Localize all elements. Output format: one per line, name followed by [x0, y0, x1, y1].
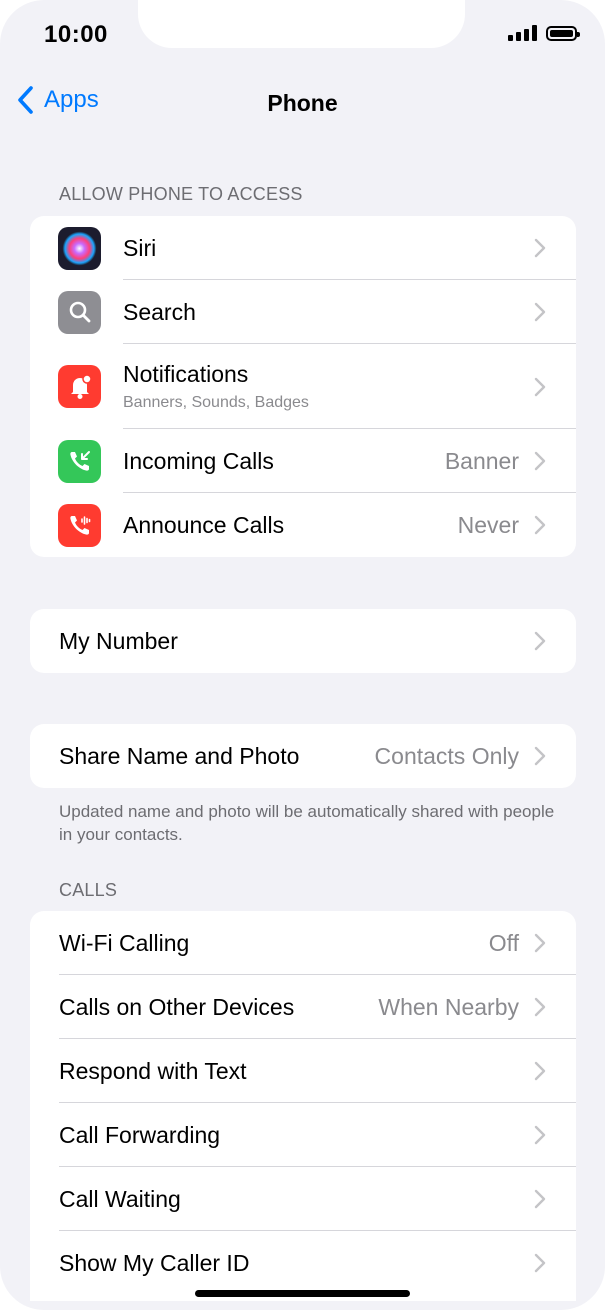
section-header-calls: CALLS — [59, 880, 118, 900]
my-number-card: My Number — [30, 609, 576, 673]
calls-card: Wi-Fi Calling Off Calls on Other Devices… — [30, 911, 576, 1301]
row-value: Banner — [444, 447, 519, 474]
row-label: Siri — [123, 234, 157, 261]
announce-calls-icon — [58, 503, 101, 547]
row-calls-on-other-devices[interactable]: Calls on Other Devices When Nearby — [30, 975, 576, 1039]
row-label: Announce Calls — [123, 511, 285, 538]
access-card: Siri Search Notifications Banners, Sound… — [30, 216, 576, 557]
row-label: Calls on Other Devices — [59, 993, 295, 1020]
phone-screen: 10:00 Apps Phone ALLOW PHONE TO ACCESS S… — [0, 0, 605, 1310]
row-value: Off — [488, 929, 519, 956]
chevron-right-icon — [534, 1253, 546, 1273]
row-label: My Number — [59, 627, 178, 654]
chevron-right-icon — [534, 1189, 546, 1209]
row-label: Notifications — [123, 361, 249, 387]
row-value: When Nearby — [378, 993, 519, 1020]
share-card: Share Name and Photo Contacts Only — [30, 724, 576, 788]
chevron-right-icon — [534, 631, 546, 651]
row-label: Share Name and Photo — [59, 742, 300, 769]
row-value: Never — [457, 511, 519, 538]
chevron-right-icon — [534, 377, 546, 396]
siri-icon — [58, 226, 101, 270]
chevron-right-icon — [534, 997, 546, 1017]
status-icons — [508, 25, 580, 41]
search-icon — [58, 290, 101, 334]
chevron-right-icon — [534, 1125, 546, 1145]
page-title: Phone — [267, 90, 338, 116]
row-call-forwarding[interactable]: Call Forwarding — [30, 1103, 576, 1167]
chevron-right-icon — [534, 933, 546, 953]
navigation-bar: Apps Phone — [0, 80, 605, 126]
row-siri[interactable]: Siri — [30, 216, 576, 280]
home-indicator[interactable] — [195, 1290, 410, 1297]
row-subtitle: Banners, Sounds, Badges — [123, 394, 309, 411]
row-label: Respond with Text — [59, 1057, 247, 1084]
row-call-waiting[interactable]: Call Waiting — [30, 1167, 576, 1231]
chevron-right-icon — [534, 746, 546, 766]
row-announce-calls[interactable]: Announce Calls Never — [30, 493, 576, 557]
row-label: Wi-Fi Calling — [59, 929, 190, 956]
row-label: Call Waiting — [59, 1185, 181, 1212]
chevron-right-icon — [534, 1061, 546, 1081]
row-label: Search — [123, 298, 196, 325]
row-respond-with-text[interactable]: Respond with Text — [30, 1039, 576, 1103]
row-search[interactable]: Search — [30, 280, 576, 344]
row-show-my-caller-id[interactable]: Show My Caller ID — [30, 1231, 576, 1295]
battery-icon — [546, 25, 580, 41]
notch — [138, 0, 465, 48]
section-header-access: ALLOW PHONE TO ACCESS — [59, 184, 303, 204]
row-wifi-calling[interactable]: Wi-Fi Calling Off — [30, 911, 576, 975]
row-notifications[interactable]: Notifications Banners, Sounds, Badges — [30, 344, 576, 429]
row-my-number[interactable]: My Number — [30, 609, 576, 673]
notifications-icon — [58, 365, 101, 408]
chevron-right-icon — [534, 302, 546, 322]
row-incoming-calls[interactable]: Incoming Calls Banner — [30, 429, 576, 493]
share-footer-note: Updated name and photo will be automatic… — [59, 802, 555, 844]
signal-icon — [508, 25, 537, 41]
chevron-right-icon — [534, 515, 546, 535]
chevron-right-icon — [534, 451, 546, 471]
row-share-name-photo[interactable]: Share Name and Photo Contacts Only — [30, 724, 576, 788]
status-time: 10:00 — [44, 21, 108, 48]
row-value: Contacts Only — [374, 742, 519, 769]
row-label: Show My Caller ID — [59, 1249, 250, 1276]
row-label: Incoming Calls — [123, 447, 274, 474]
incoming-calls-icon — [58, 439, 101, 483]
row-label: Call Forwarding — [59, 1121, 221, 1148]
chevron-right-icon — [534, 238, 546, 258]
